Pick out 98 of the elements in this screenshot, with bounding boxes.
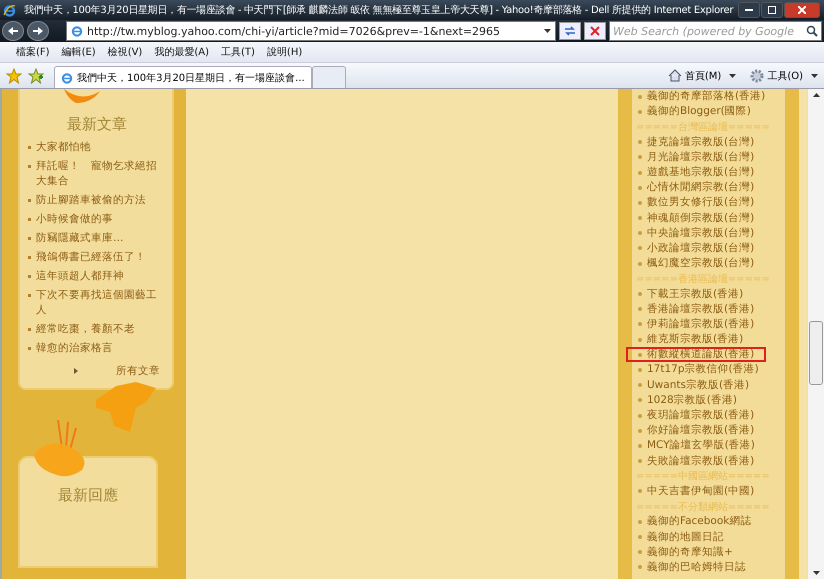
home-icon	[668, 69, 682, 82]
blog-link[interactable]: 術數縱橫道論版(香港)	[626, 347, 766, 362]
blog-link[interactable]: 中央論壇宗教版(台灣)	[636, 228, 756, 239]
minimize-button[interactable]	[738, 2, 760, 18]
blog-link[interactable]: 月光論壇宗教版(台灣)	[636, 152, 756, 163]
window-title: 我們中天，100年3月20日星期日，有一場座談會 - 中天門下[師承 麒麟法師 皈依 無無極至尊玉皇上帝大天尊] - Yahoo!奇摩部落格 - Dell 所提供的 Internet Explorer	[24, 4, 734, 17]
blog-link[interactable]: 遊戲基地宗教版(台灣)	[636, 167, 756, 178]
section-title: 最新回應	[57, 486, 119, 505]
scroll-up-icon[interactable]	[812, 93, 820, 97]
post-link[interactable]: 小時候會做的事	[36, 212, 113, 227]
bullet-icon	[28, 218, 31, 221]
search-field[interactable]: Web Search (powered by Google	[609, 21, 822, 41]
post-link[interactable]: 下次不要再找這個園藝工人	[36, 288, 166, 318]
blog-link[interactable]: 中天吉書伊甸園(中國)	[636, 486, 756, 497]
back-arrow-icon	[8, 27, 18, 35]
scroll-down-icon[interactable]	[812, 571, 820, 575]
tools-button[interactable]: 工具(O)	[748, 68, 805, 82]
category-heading: =====中國區網站=====	[636, 470, 770, 484]
forward-arrow-icon	[33, 27, 43, 35]
blog-link[interactable]: 下載王宗教版(香港)	[636, 288, 746, 300]
blog-link[interactable]: 義御的Facebook網誌	[636, 516, 754, 528]
menu-item[interactable]: 工具(T)	[221, 45, 255, 59]
browser-tab[interactable]: 我們中天，100年3月20日星期日，有一場座談會...	[54, 66, 312, 88]
blog-link[interactable]: 夜玥論壇宗教版(香港)	[636, 410, 756, 422]
back-button[interactable]	[2, 21, 24, 41]
blog-link[interactable]: 香港論壇宗教版(香港)	[636, 304, 756, 315]
blog-link[interactable]: 1028宗教版(香港)	[636, 394, 739, 406]
blog-link[interactable]: 你好論壇宗教版(香港)	[636, 425, 756, 436]
home-button[interactable]: 首頁(M)	[666, 68, 724, 82]
blog-link[interactable]: MCY論壇玄學版(香港)	[636, 440, 757, 452]
scrollbar[interactable]	[807, 89, 824, 579]
menu-item[interactable]: 我的最愛(A)	[154, 45, 209, 59]
post-link[interactable]: 韓愈的治家格言	[36, 341, 113, 356]
bullet-icon	[28, 146, 31, 149]
bullet-icon	[28, 294, 31, 297]
category-heading: =====台灣區論壇=====	[636, 120, 770, 134]
blog-link[interactable]: 數位男女修行版(台灣)	[636, 197, 756, 208]
refresh-icon	[564, 26, 576, 36]
address-field[interactable]: http://tw.myblog.yahoo.com/chi-yi/article?mid=7026&prev=-1&next=2965	[66, 21, 556, 41]
forward-button[interactable]	[27, 21, 49, 41]
browser-logo-icon	[3, 4, 16, 16]
blog-link[interactable]: 義御的Blogger(國際)	[636, 106, 753, 118]
gear-icon	[750, 68, 764, 82]
stop-button[interactable]	[584, 22, 606, 40]
blog-link[interactable]: 小政論壇宗教版(台灣)	[636, 242, 756, 254]
tab-title: 我們中天，100年3月20日星期日，有一場座談會...	[77, 72, 305, 84]
page-icon	[71, 25, 83, 37]
menu-item[interactable]: 編輯(E)	[62, 45, 96, 59]
category-heading: =====不分類網站=====	[636, 500, 770, 514]
blog-link[interactable]: Uwants宗教版(香港)	[636, 380, 752, 391]
blog-link[interactable]: 維克斯宗教版(香港)	[636, 334, 746, 346]
bullet-icon	[28, 275, 31, 278]
blog-link[interactable]: 義御的地圖日記	[636, 532, 726, 543]
category-heading: =====香港區論壇=====	[636, 272, 770, 286]
arrow-icon	[74, 368, 78, 374]
menu-item[interactable]: 檢視(V)	[108, 45, 142, 59]
maximize-button[interactable]	[761, 2, 783, 18]
post-link[interactable]: 這年頭超人都拜神	[36, 269, 124, 284]
stop-icon	[590, 26, 600, 36]
dropdown-icon[interactable]	[729, 74, 736, 78]
menu-item[interactable]: 檔案(F)	[16, 45, 50, 59]
dropdown-icon[interactable]	[544, 29, 551, 33]
menu-item[interactable]: 說明(H)	[266, 45, 302, 59]
blog-link[interactable]: 伊莉論壇宗教版(香港)	[636, 318, 756, 330]
blog-link[interactable]: 神魂顛倒宗教版(台灣)	[636, 212, 756, 224]
post-link[interactable]: 防竊隱藏式車庫…	[36, 231, 124, 246]
close-button[interactable]	[784, 2, 820, 18]
all-posts-link[interactable]: 所有文章	[116, 364, 160, 378]
blog-link[interactable]: 義御的奇摩部落格(香港)	[636, 91, 768, 102]
blog-link[interactable]: 心情休閒網宗教(台灣)	[636, 182, 756, 194]
page-icon	[61, 72, 73, 84]
post-link[interactable]: 拜託喔！ 寵物乞求絕招大集合	[36, 159, 166, 189]
blog-link[interactable]: 義御的奇摩知識+	[636, 546, 735, 558]
blog-link[interactable]: 失敗論壇宗教版(香港)	[636, 456, 756, 467]
bullet-icon	[28, 256, 31, 259]
post-link[interactable]: 飛鴿傳書已經落伍了！	[36, 250, 146, 265]
bullet-icon	[28, 328, 31, 331]
maximize-icon	[768, 6, 776, 14]
blog-link[interactable]: 17t17p宗教信仰(香港)	[636, 364, 761, 376]
close-icon	[798, 6, 806, 14]
minimize-icon	[745, 9, 753, 11]
search-icon[interactable]	[806, 25, 818, 37]
dropdown-icon[interactable]	[811, 74, 818, 78]
post-link[interactable]: 經常吃棗，養顏不老	[36, 322, 135, 337]
bullet-icon	[28, 199, 31, 202]
bullet-icon	[28, 237, 31, 240]
section-title: 最新文章	[66, 115, 128, 134]
scrollbar-thumb[interactable]	[809, 321, 823, 385]
post-link[interactable]: 防止腳踏車被偷的方法	[36, 193, 146, 208]
blog-link[interactable]: 楓幻魔空宗教版(台灣)	[636, 258, 756, 270]
blog-link[interactable]: 捷克論壇宗教版(台灣)	[636, 136, 756, 148]
post-link[interactable]: 大家都怕牠	[36, 140, 91, 155]
blog-link[interactable]: 義御的巴哈姆特日誌	[636, 562, 748, 573]
refresh-button[interactable]	[559, 22, 581, 40]
add-favorite-icon[interactable]	[28, 68, 44, 84]
star-icon[interactable]	[6, 68, 22, 84]
bullet-icon	[28, 347, 31, 350]
bullet-icon	[28, 165, 31, 168]
